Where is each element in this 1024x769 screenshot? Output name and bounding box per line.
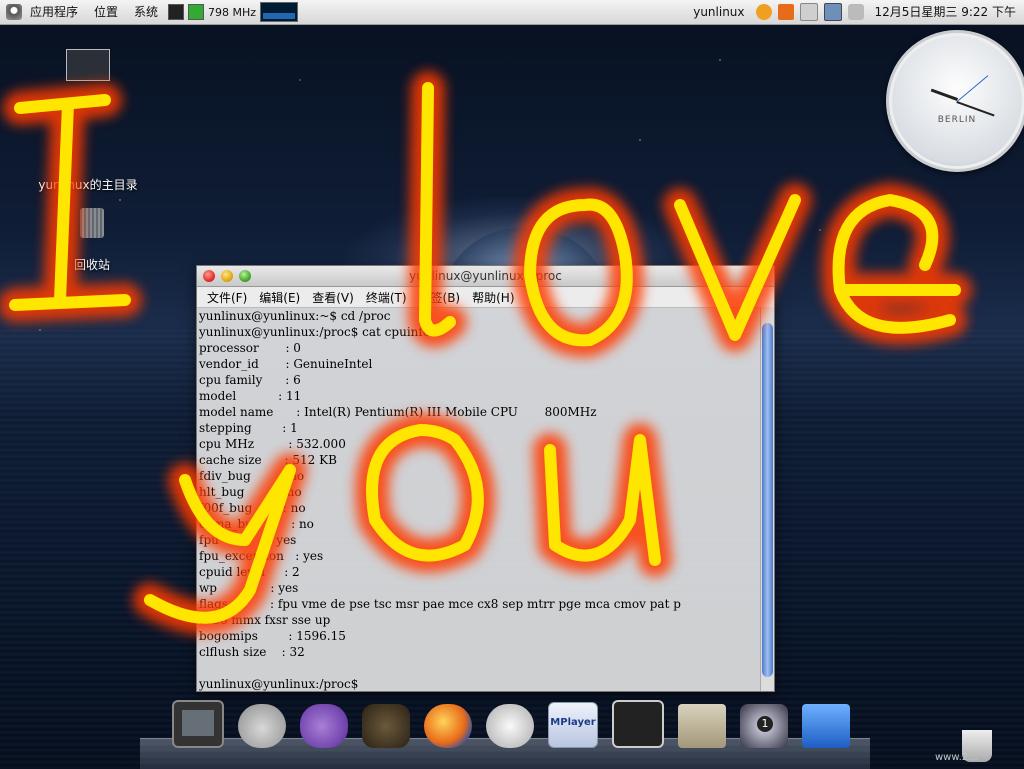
second-hand	[957, 75, 989, 102]
menu-edit[interactable]: 编辑(E)	[253, 289, 306, 306]
terminal-line: cpuid level : 2	[199, 565, 300, 579]
terminal-prompt: yunlinux@yunlinux:/proc$	[199, 677, 359, 691]
folder-icon[interactable]	[678, 704, 726, 748]
terminal-line: processor : 0	[199, 341, 301, 355]
terminal-titlebar[interactable]: yunlinux@yunlinux: /proc	[197, 266, 774, 287]
terminal-line: stepping : 1	[199, 421, 298, 435]
terminal-scrollbar[interactable]	[760, 307, 774, 691]
update-notifier-icon[interactable]	[777, 4, 794, 20]
maximize-button[interactable]	[239, 270, 251, 282]
scrollbar-thumb[interactable]	[762, 323, 773, 677]
terminal-line: vendor_id : GenuineIntel	[199, 357, 373, 371]
close-button[interactable]	[203, 270, 215, 282]
volume-icon[interactable]	[847, 4, 864, 20]
terminal-line: cpu family : 6	[199, 373, 301, 387]
menu-applications[interactable]: 应用程序	[22, 0, 86, 24]
menu-places[interactable]: 位置	[86, 0, 126, 24]
terminal-line: clflush size : 32	[199, 645, 305, 659]
terminal-line: fdiv_bug : no	[199, 469, 305, 483]
terminal-line: fpu : yes	[199, 533, 297, 547]
show-desktop-icon[interactable]	[168, 4, 185, 20]
terminal-window[interactable]: yunlinux@yunlinux: /proc 文件(F) 编辑(E) 查看(…	[196, 265, 775, 692]
panel-datetime[interactable]: 12月5日星期三 9:22 下午	[867, 0, 1024, 24]
menu-view[interactable]: 查看(V)	[306, 289, 360, 306]
menu-help[interactable]: 帮助(H)	[466, 289, 520, 306]
cpu-freq-icon[interactable]	[188, 4, 205, 20]
terminal-line: cache size : 512 KB	[199, 453, 337, 467]
apple-icon[interactable]	[238, 704, 286, 748]
terminal-line: wp : yes	[199, 581, 299, 595]
logout-arrow-icon[interactable]	[755, 4, 772, 20]
terminal-active-icon[interactable]	[612, 700, 664, 748]
terminal-line: se36 mmx fxsr sse up	[199, 613, 331, 627]
printer-icon[interactable]	[799, 3, 818, 21]
menu-system[interactable]: 系统	[126, 0, 166, 24]
terminal-line: f00f_bug : no	[199, 501, 306, 515]
terminal-line: yunlinux@yunlinux:/proc$ cat cpuinfo	[199, 325, 431, 339]
terminal-line: hlt_bug : no	[199, 485, 302, 499]
home-folder-icon[interactable]	[66, 49, 110, 81]
gnome-foot-icon[interactable]	[6, 4, 22, 20]
gimp-icon[interactable]	[362, 704, 410, 748]
terminal-icon[interactable]	[172, 700, 224, 748]
terminal-line: coma_bug : no	[199, 517, 314, 531]
trash-label[interactable]: 回收站	[60, 256, 124, 273]
analog-clock: BERLIN	[886, 30, 1024, 172]
terminal-line: bogomips : 1596.15	[199, 629, 346, 643]
cpu-freq-label: 798 MHz	[208, 5, 257, 19]
watermark: www.2...	[935, 752, 978, 763]
terminal-line: model : 11	[199, 389, 302, 403]
clock-icon[interactable]	[486, 704, 534, 748]
system-monitor-graph[interactable]	[260, 2, 299, 22]
terminal-line: model name : Intel(R) Pentium(R) III Mob…	[199, 405, 597, 419]
pidgin-icon[interactable]	[300, 704, 348, 748]
menu-file[interactable]: 文件(F)	[201, 289, 253, 306]
terminal-line: flags : fpu vme de pse tsc msr pae mce c…	[199, 597, 681, 611]
minimize-button[interactable]	[221, 270, 233, 282]
trash-icon[interactable]	[802, 704, 850, 748]
mplayer-label: MPlayer	[550, 717, 596, 728]
terminal-line: cpu MHz : 532.000	[199, 437, 346, 451]
workspace-icon[interactable]: 1	[740, 704, 788, 748]
workspace-badge: 1	[757, 716, 773, 732]
terminal-menubar: 文件(F) 编辑(E) 查看(V) 终端(T) 标签(B) 帮助(H)	[197, 287, 774, 308]
home-folder-label[interactable]: yunlinux的主目录	[28, 176, 148, 193]
top-panel: 应用程序 位置 系统 798 MHz yunlinux 12月5日星期三 9:2…	[0, 0, 1024, 25]
menu-tabs[interactable]: 标签(B)	[413, 289, 467, 306]
terminal-title: yunlinux@yunlinux: /proc	[409, 269, 562, 283]
terminal-output[interactable]: yunlinux@yunlinux:~$ cd /proc yunlinux@y…	[197, 307, 760, 691]
dock: MPlayer 1	[172, 700, 850, 748]
terminal-line: yunlinux@yunlinux:~$ cd /proc	[199, 309, 391, 323]
mplayer-icon[interactable]: MPlayer	[548, 702, 598, 748]
menu-terminal[interactable]: 终端(T)	[360, 289, 413, 306]
desktop-trash-icon[interactable]	[80, 208, 104, 238]
terminal-line: fpu_exception : yes	[199, 549, 324, 563]
network-icon[interactable]	[823, 3, 842, 21]
panel-username[interactable]: yunlinux	[685, 0, 752, 24]
firefox-icon[interactable]	[424, 704, 472, 748]
hour-hand	[930, 88, 959, 101]
clock-city: BERLIN	[937, 115, 977, 125]
